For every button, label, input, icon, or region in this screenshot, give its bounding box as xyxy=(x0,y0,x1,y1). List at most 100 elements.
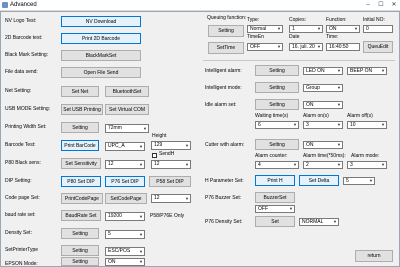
usb-mode-label: USB MODE Setting: xyxy=(5,106,51,112)
print-code-page-button[interactable]: PrintCodePage xyxy=(61,193,103,204)
p58-set-dip-button[interactable]: P58 Set DIP xyxy=(149,176,191,187)
queue-initial-input[interactable]: 0 xyxy=(363,25,393,33)
set-delta-button[interactable]: Set Delta xyxy=(299,175,339,186)
printer-type-select[interactable]: ESC/POS ▼ xyxy=(105,247,145,256)
p76-density-label: P76 Density Set: xyxy=(205,219,243,225)
baud-note: P58/P76E Only xyxy=(150,213,185,219)
alarm-time-label: Alarm time(*50ms): xyxy=(303,153,346,159)
intelligent-alarm-label: Intelligent alarm: xyxy=(205,68,242,74)
buzzer-set-button[interactable]: BuzzerSet xyxy=(255,192,295,203)
divider xyxy=(203,60,395,61)
baud-rate-select[interactable]: 19200 ▼ xyxy=(105,212,145,221)
alarm-counter-select[interactable]: 4 ▼ xyxy=(255,161,299,169)
intelligent-alarm-setting-button[interactable]: Setting xyxy=(255,65,299,76)
barcode-height-label: Height xyxy=(152,133,167,139)
date-label: Date xyxy=(289,34,300,40)
title-bar: Advanced – ☐ ✕ xyxy=(0,0,400,11)
send-hri-checkbox[interactable] xyxy=(152,153,157,158)
queue-function-select[interactable]: ON ▼ xyxy=(326,25,360,33)
led-select[interactable]: LED ON ▼ xyxy=(303,67,343,75)
code-page-select[interactable]: 12 ▼ xyxy=(151,194,191,203)
code-page-label: Code page Set: xyxy=(5,195,40,201)
intelligent-mode-setting-button[interactable]: Setting xyxy=(255,82,299,93)
queue-type-label: Type: xyxy=(247,17,260,23)
cutter-alarm-select[interactable]: ON ▼ xyxy=(303,141,343,149)
date-picker[interactable]: 16. juli. 20 ▼ xyxy=(289,43,323,51)
timeen-select[interactable]: OFF ▼ xyxy=(247,43,283,51)
black-mark-set-button[interactable]: BlackMarkSet xyxy=(61,50,141,61)
barcode-height-select[interactable]: 129 ▼ xyxy=(151,141,191,150)
barcode-width-select[interactable]: 12 ▼ xyxy=(151,160,191,169)
density-setting-button[interactable]: Setting xyxy=(61,228,99,239)
alarm-mode-label: Alarm mode: xyxy=(351,153,380,159)
black-mark-label: Black Mark Setting: xyxy=(5,52,49,58)
print-2d-barcode-button[interactable]: Print 2D Barcode xyxy=(61,33,141,44)
beep-select[interactable]: BEEP ON ▼ xyxy=(347,67,387,75)
intelligent-mode-label: Intelligent mode: xyxy=(205,85,242,91)
nv-logo-label: NV Logo Test: xyxy=(5,18,37,24)
set-time-button[interactable]: SetTime xyxy=(208,42,244,54)
dip-setting-label: DIP Setting: xyxy=(5,178,32,184)
print-width-select[interactable]: 72mm ▼ xyxy=(105,124,149,133)
black-sens-select[interactable]: 12 ▼ xyxy=(105,160,145,169)
queue-copies-select[interactable]: 1 ▼ xyxy=(289,25,323,33)
time-input[interactable]: 16:40:50 xyxy=(326,43,360,51)
idle-alarm-select[interactable]: ON ▼ xyxy=(303,101,343,109)
print-barcode-button[interactable]: Print BarCode xyxy=(61,140,99,151)
maximize-icon[interactable]: ☐ xyxy=(375,1,387,10)
alarm-off-select[interactable]: 10 ▼ xyxy=(347,121,387,129)
waiting-time-label: Waiting time(s) xyxy=(255,113,289,119)
return-button[interactable]: return xyxy=(355,250,393,262)
nv-download-button[interactable]: NV Download xyxy=(61,16,141,27)
cutter-alarm-setting-button[interactable]: Setting xyxy=(255,139,299,150)
time-label: Time: xyxy=(326,34,339,40)
epson-setting-button[interactable]: Setting xyxy=(61,257,99,266)
alarm-on-label: Alarm on(s) xyxy=(303,113,329,119)
app-icon xyxy=(2,2,8,8)
bluetooth-set-button[interactable]: BluetoothSet xyxy=(105,86,149,97)
waiting-time-select[interactable]: 6 ▼ xyxy=(255,121,299,129)
window-title: Advanced xyxy=(10,2,37,8)
advanced-window: NV Logo Test: NV Download 2D Barcode tes… xyxy=(0,11,400,267)
send-hri-label: SendH xyxy=(159,151,175,157)
set-sensitivity-button[interactable]: Set Sensitivity xyxy=(61,158,101,169)
queue-setting-button[interactable]: Setting xyxy=(208,25,244,37)
p76-density-set-button[interactable]: Set xyxy=(255,216,295,227)
net-setting-label: Net Setting: xyxy=(5,88,32,94)
idle-alarm-setting-button[interactable]: Setting xyxy=(255,99,299,110)
alarm-counter-label: Alarm counter: xyxy=(255,153,288,159)
set-code-page-button[interactable]: SetCodePage xyxy=(105,193,147,204)
set-virtual-com-button[interactable]: Set Virtual COM xyxy=(105,104,149,115)
p80-set-dip-button[interactable]: P80 Set DIP xyxy=(61,176,101,187)
queue-edit-button[interactable]: QueuEdit xyxy=(363,41,393,53)
barcode-type-select[interactable]: UPC_A ▼ xyxy=(105,142,145,151)
queue-copies-label: Copies: xyxy=(289,17,306,23)
print-width-setting-button[interactable]: Setting xyxy=(61,122,99,133)
alarm-time-select[interactable]: 2 ▼ xyxy=(303,161,343,169)
print-width-label: Printing Width Set: xyxy=(5,124,47,130)
queue-initial-label: Initial NO: xyxy=(363,17,385,23)
intelligent-mode-select[interactable]: Group ▼ xyxy=(303,84,343,92)
p76-density-select[interactable]: NORMAL ▼ xyxy=(299,218,339,226)
minimize-icon[interactable]: – xyxy=(362,1,374,10)
epson-select[interactable]: ON ▼ xyxy=(105,258,145,266)
alarm-on-select[interactable]: 3 ▼ xyxy=(303,121,343,129)
barcode-2d-label: 2D Barcode test: xyxy=(5,35,43,41)
baud-rate-set-button[interactable]: BaudRate Set xyxy=(61,210,101,221)
close-icon[interactable]: ✕ xyxy=(388,1,400,10)
print-h-button[interactable]: Print H xyxy=(255,175,295,186)
p76-set-dip-button[interactable]: P76 Set DIP xyxy=(105,176,145,187)
h-parameter-label: H Parameter Set: xyxy=(205,178,244,184)
buzzer-select[interactable]: OFF ▼ xyxy=(255,205,295,213)
printer-type-setting-button[interactable]: Setting xyxy=(61,245,99,256)
density-select[interactable]: 5 ▼ xyxy=(105,230,145,239)
set-net-button[interactable]: Set Net xyxy=(61,86,99,97)
printer-type-label: SetPrinterType xyxy=(5,247,39,253)
queue-type-select[interactable]: Normal ▼ xyxy=(247,25,283,33)
h-parameter-select[interactable]: 5 ▼ xyxy=(343,177,375,185)
timeen-label: TimeEn xyxy=(247,34,265,40)
open-file-send-button[interactable]: Open File Send xyxy=(61,67,141,78)
set-usb-printing-button[interactable]: Set USB Printing xyxy=(61,104,103,115)
buzzer-label: P76 Buzzer Set: xyxy=(205,195,242,201)
alarm-mode-select[interactable]: 3 ▼ xyxy=(347,161,387,169)
